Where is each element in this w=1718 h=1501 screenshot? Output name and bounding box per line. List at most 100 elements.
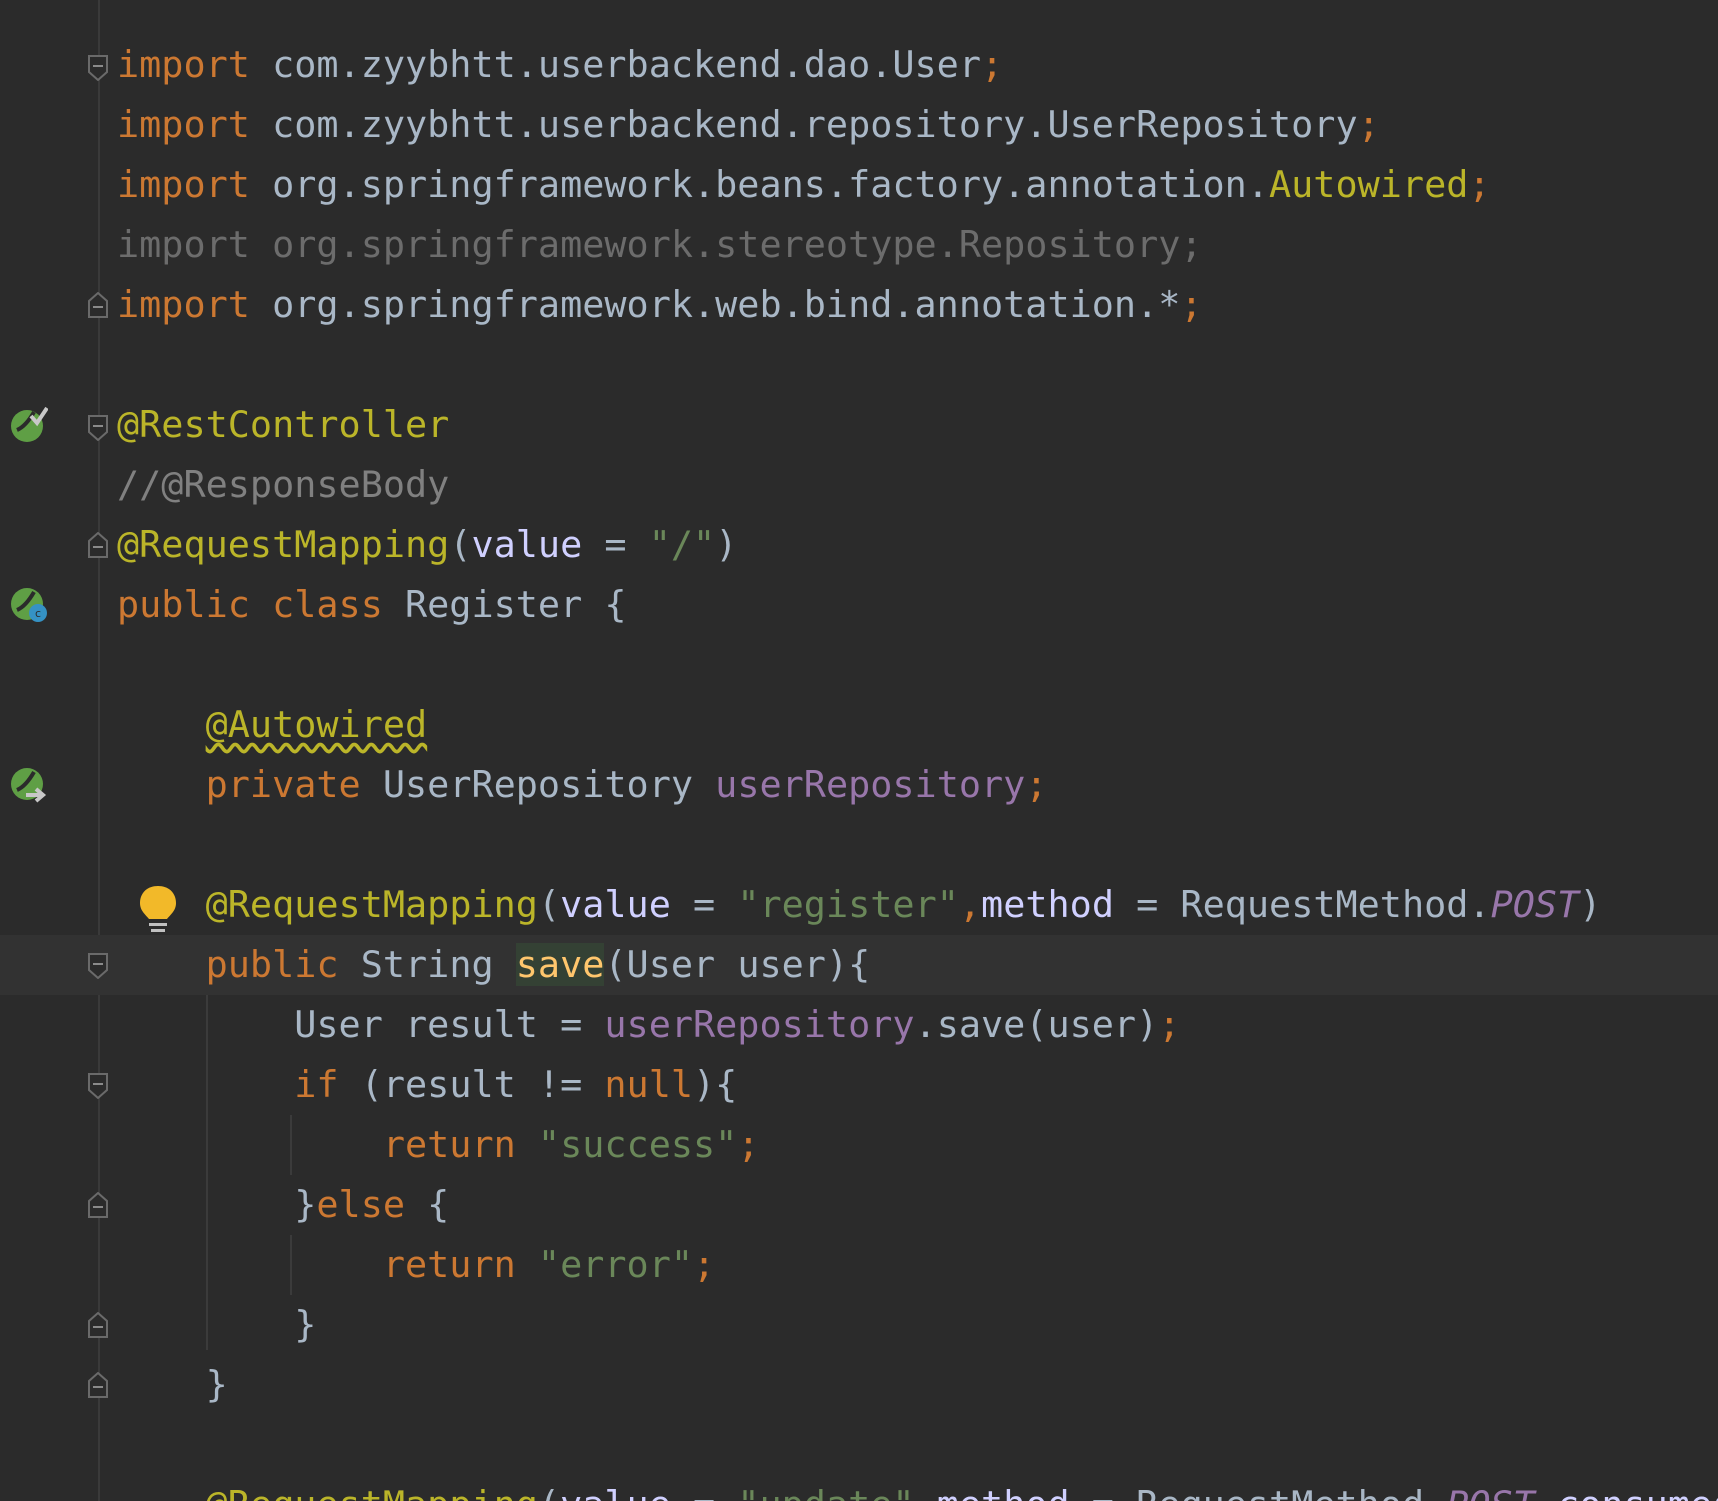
code-token: ;	[1357, 103, 1380, 146]
code-line[interactable]: @RestController	[117, 395, 449, 455]
code-token: public class	[117, 583, 405, 626]
code-token: "update"	[737, 1483, 914, 1501]
code-line[interactable]: import org.springframework.web.bind.anno…	[117, 275, 1203, 335]
code-token: Autowired	[1269, 163, 1469, 206]
code-token: consumes	[1557, 1483, 1718, 1501]
code-token: //@ResponseBody	[117, 463, 450, 506]
code-token: @RequestMapping	[117, 523, 450, 566]
code-token: import	[117, 103, 273, 146]
code-token: String	[360, 943, 516, 986]
code-token: method	[981, 883, 1114, 926]
code-token: "/"	[648, 523, 716, 566]
code-token: }	[117, 1303, 317, 1346]
code-token: if	[294, 1063, 361, 1106]
code-token: )	[715, 523, 738, 566]
code-line[interactable]: return "success";	[117, 1115, 760, 1175]
code-token: =	[670, 883, 738, 926]
code-token: "register"	[737, 883, 959, 926]
code-token: import org.springframework.stereotype.Re…	[117, 223, 1203, 266]
code-token: @RequestMapping	[206, 1483, 538, 1501]
code-token: ){	[693, 1063, 738, 1106]
code-editor[interactable]: import com.zyybhtt.userbackend.dao.User;…	[0, 0, 1718, 1501]
code-token: import	[117, 163, 273, 206]
code-line[interactable]: @RequestMapping(value = "/")	[117, 515, 737, 575]
code-token: null	[604, 1063, 694, 1106]
code-token: = RequestMethod.	[1113, 883, 1491, 926]
code-token: public	[205, 943, 361, 986]
code-token: @Autowired	[205, 703, 428, 746]
code-token: )	[1579, 883, 1602, 926]
code-token: ;	[737, 1123, 760, 1166]
code-token: Register {	[405, 583, 627, 626]
code-token: ,	[1535, 1483, 1557, 1501]
code-token: return	[382, 1123, 538, 1166]
code-token: private	[205, 763, 383, 806]
code-token: value	[471, 523, 583, 566]
code-token: ;	[1158, 1003, 1181, 1046]
code-token: =	[671, 1483, 737, 1501]
code-line[interactable]: import com.zyybhtt.userbackend.repositor…	[117, 95, 1380, 155]
code-token: {	[427, 1183, 450, 1226]
code-token: com.zyybhtt.userbackend.dao.User	[272, 43, 981, 86]
code-token: (User user){	[604, 943, 871, 986]
code-line[interactable]: User result = userRepository.save(user);	[117, 995, 1180, 1055]
code-token: value	[560, 1483, 671, 1501]
code-token: import	[117, 43, 273, 86]
code-token: org.springframework.beans.factory.annota…	[272, 163, 1269, 206]
code-line[interactable]: if (result != null){	[117, 1055, 737, 1115]
code-line[interactable]: @RequestMapping(value = "update",method …	[117, 1475, 1718, 1501]
code-token: ,	[958, 883, 982, 926]
code-line[interactable]: private UserRepository userRepository;	[117, 755, 1048, 815]
code-token: "error"	[537, 1243, 693, 1286]
code-line[interactable]: public class Register {	[117, 575, 627, 635]
code-token: @RequestMapping	[205, 883, 538, 926]
code-token: save	[515, 943, 605, 986]
code-line[interactable]: @Autowired	[117, 695, 428, 755]
code-token: (	[537, 883, 561, 926]
code-token: method	[937, 1483, 1070, 1501]
code-token: ;	[1025, 763, 1048, 806]
code-token: userRepository	[715, 763, 1026, 806]
code-token: User result =	[117, 1003, 605, 1046]
code-line[interactable]: import com.zyybhtt.userbackend.dao.User;	[117, 35, 1003, 95]
code-token: }	[117, 1183, 317, 1226]
code-line[interactable]: public String save(User user){	[117, 935, 870, 995]
code-token: =	[582, 523, 649, 566]
code-line[interactable]: }	[117, 1355, 228, 1415]
code-token: @RestController	[117, 403, 450, 446]
code-token: (	[538, 1483, 560, 1501]
code-token: else	[316, 1183, 428, 1226]
code-token: (	[449, 523, 472, 566]
code-token: }	[117, 1363, 228, 1406]
code-token: ;	[981, 43, 1004, 86]
code-line[interactable]: }else {	[117, 1175, 449, 1235]
code-token: com.zyybhtt.userbackend.repository.UserR…	[272, 103, 1358, 146]
code-line[interactable]: import org.springframework.beans.factory…	[117, 155, 1491, 215]
code-token: value	[560, 883, 671, 926]
code-token: (result !=	[360, 1063, 605, 1106]
code-line[interactable]: }	[117, 1295, 316, 1355]
code-line[interactable]: return "error";	[117, 1235, 715, 1295]
code-token: .save(user)	[914, 1003, 1159, 1046]
code-token: org.springframework.web.bind.annotation.…	[272, 283, 1181, 326]
code-line[interactable]: import org.springframework.stereotype.Re…	[117, 215, 1203, 275]
code-token: ,	[915, 1483, 937, 1501]
code-line[interactable]: @RequestMapping(value = "register",metho…	[117, 875, 1602, 935]
code-token: return	[382, 1243, 538, 1286]
code-token: userRepository	[604, 1003, 915, 1046]
code-token: ;	[1468, 163, 1491, 206]
code-token: ;	[693, 1243, 716, 1286]
code-token: POST	[1490, 883, 1580, 926]
code-token: POST	[1446, 1483, 1535, 1501]
code-token: ;	[1180, 283, 1203, 326]
code-line[interactable]: //@ResponseBody	[117, 455, 449, 515]
code-token: "success"	[537, 1123, 738, 1166]
